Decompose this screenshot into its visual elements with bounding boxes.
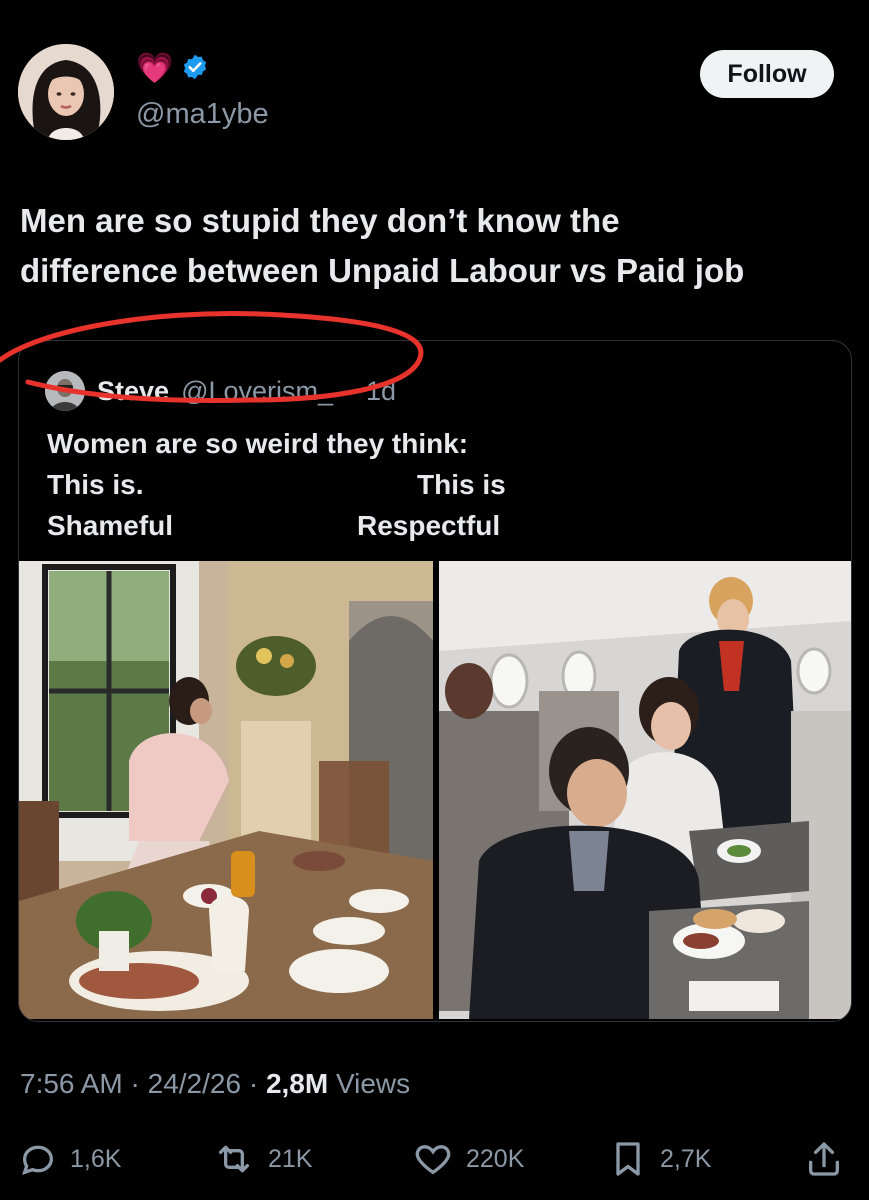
quoted-tweet-header: Steve @Loverism_ · 1d — [45, 371, 396, 411]
tweet-time[interactable]: 7:56 AM — [20, 1068, 123, 1099]
quoted-tweet-card[interactable]: Steve @Loverism_ · 1d Women are so weird… — [18, 340, 852, 1022]
quoted-right-col-1: This is — [417, 469, 506, 500]
dining-table-photo[interactable] — [19, 561, 433, 1019]
reply-count: 1,6K — [70, 1144, 122, 1173]
share-button[interactable] — [804, 1134, 844, 1184]
heart-emoji-badge: 💗 — [136, 52, 174, 85]
views-count[interactable]: 2,8M — [266, 1068, 328, 1099]
like-button[interactable]: 220K — [412, 1134, 524, 1184]
quoted-left-col-1: This is. — [47, 469, 144, 500]
author-display-row: 💗 — [136, 52, 209, 86]
quoted-avatar-image — [45, 371, 85, 411]
quoted-intro-text: Women are so weird they think: — [47, 428, 469, 459]
tweet-header: 💗 @ma1ybe Follow — [0, 0, 869, 160]
reply-button[interactable]: 1,6K — [18, 1134, 121, 1184]
quoted-author-avatar[interactable] — [45, 371, 85, 411]
quoted-text-line-2: This is. This is — [47, 464, 506, 505]
meta-dot: · — [130, 1068, 140, 1099]
quoted-tweet-age: 1d — [366, 375, 397, 406]
repost-button[interactable]: 21K — [212, 1134, 312, 1184]
tweet-text-line: Men are so stupid they don’t know the — [20, 202, 620, 239]
repost-count: 21K — [268, 1144, 313, 1173]
bookmark-button[interactable]: 2,7K — [608, 1134, 711, 1184]
like-count: 220K — [466, 1144, 525, 1173]
meta-dot: · — [248, 1068, 259, 1099]
tweet-date[interactable]: 24/2/26 — [148, 1068, 241, 1099]
views-label: Views — [335, 1068, 411, 1099]
share-icon — [804, 1139, 844, 1179]
verified-badge-icon — [181, 53, 209, 86]
repost-icon — [212, 1139, 256, 1179]
quoted-text-line-1: Women are so weird they think: — [47, 423, 468, 464]
tweet-text: Men are so stupid they don’t know the di… — [20, 196, 850, 296]
author-avatar-image — [18, 44, 114, 140]
quoted-text-line-3: Shameful Respectful — [47, 505, 500, 546]
author-avatar[interactable] — [18, 44, 114, 140]
tweet-actions: 1,6K 21K 220K 2,7K — [0, 1134, 869, 1184]
quoted-right-col-2: Respectful — [357, 510, 501, 541]
airplane-cabin-photo[interactable] — [439, 561, 851, 1019]
dining-table-image — [19, 561, 433, 1019]
airplane-cabin-image — [439, 561, 851, 1019]
tweet-meta: 7:56 AM · 24/2/26 · 2,8M Views — [20, 1068, 410, 1100]
follow-button[interactable]: Follow — [700, 50, 834, 98]
quoted-author-handle[interactable]: @Loverism_ — [181, 376, 333, 407]
quoted-separator-dot: · — [345, 375, 355, 406]
quoted-left-col-2: Shameful — [47, 510, 174, 541]
reply-icon — [18, 1139, 58, 1179]
heart-icon — [412, 1139, 454, 1179]
tweet-text-line: difference between Unpaid Labour vs Paid… — [20, 252, 745, 289]
bookmark-icon — [608, 1139, 648, 1179]
quoted-tweet-text: Women are so weird they think: This is. … — [47, 423, 506, 546]
quoted-media-grid — [19, 561, 851, 1021]
quoted-author-name[interactable]: Steve — [97, 376, 169, 407]
bookmark-count: 2,7K — [660, 1144, 712, 1173]
author-handle[interactable]: @ma1ybe — [136, 98, 269, 131]
